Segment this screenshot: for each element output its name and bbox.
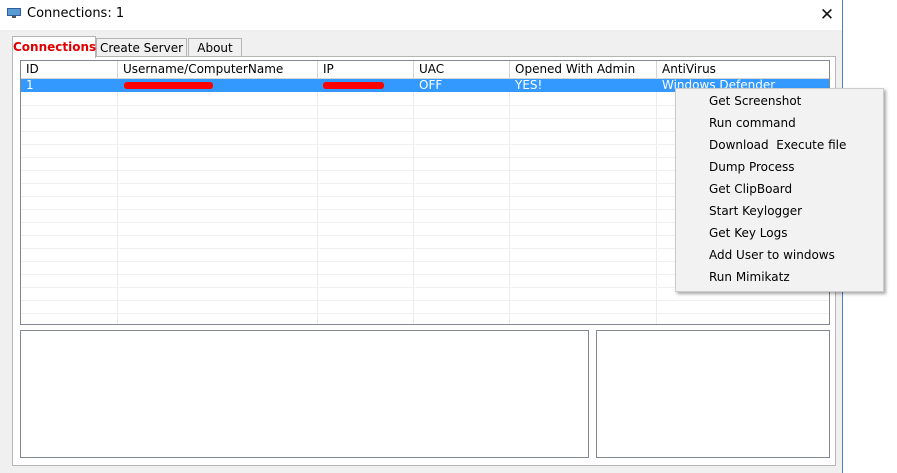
side-panel-box[interactable] xyxy=(596,330,830,458)
cell-id: 1 xyxy=(26,79,34,92)
window-title: Connections: 1 xyxy=(27,6,125,21)
cell-admin: YES! xyxy=(515,79,543,92)
close-icon: ✕ xyxy=(819,5,835,25)
cell-uac: OFF xyxy=(419,79,443,92)
context-menu: Get Screenshot Run command Download Exec… xyxy=(675,88,884,292)
column-header-admin[interactable]: Opened With Admin xyxy=(510,61,657,78)
grid-line xyxy=(117,92,118,324)
grid-line xyxy=(509,92,510,324)
menu-item-get-key-logs[interactable]: Get Key Logs xyxy=(676,222,883,244)
menu-item-run-mimikatz[interactable]: Run Mimikatz xyxy=(676,266,883,288)
menu-item-start-keylogger[interactable]: Start Keylogger xyxy=(676,200,883,222)
grid-line xyxy=(413,92,414,324)
column-header-username[interactable]: Username/ComputerName xyxy=(118,61,318,78)
column-header-id[interactable]: ID xyxy=(21,61,118,78)
menu-item-add-user[interactable]: Add User to windows xyxy=(676,244,883,266)
redaction-mark-ip xyxy=(323,82,384,89)
menu-item-get-clipboard[interactable]: Get ClipBoard xyxy=(676,178,883,200)
grid-line xyxy=(656,92,657,324)
grid-line xyxy=(317,92,318,324)
row-grid-line xyxy=(21,313,829,314)
monitor-icon xyxy=(7,8,21,18)
redaction-mark-username xyxy=(124,82,213,89)
menu-item-run-command[interactable]: Run command xyxy=(676,112,883,134)
tab-connections[interactable]: Connections xyxy=(12,36,96,58)
title-bar[interactable]: Connections: 1 ✕ xyxy=(0,0,843,30)
close-button[interactable]: ✕ xyxy=(812,3,842,27)
column-header-ip[interactable]: IP xyxy=(318,61,414,78)
column-header-antivirus[interactable]: AntiVirus xyxy=(657,61,829,78)
menu-item-get-screenshot[interactable]: Get Screenshot xyxy=(676,90,883,112)
tab-create-server[interactable]: Create Server xyxy=(96,38,187,56)
output-textbox[interactable] xyxy=(20,330,589,458)
row-grid-line xyxy=(21,300,829,301)
tab-about[interactable]: About xyxy=(188,38,242,56)
column-header-uac[interactable]: UAC xyxy=(414,61,510,78)
menu-item-download-execute[interactable]: Download Execute file xyxy=(676,134,883,156)
list-header: ID Username/ComputerName IP UAC Opened W… xyxy=(21,61,829,79)
menu-item-dump-process[interactable]: Dump Process xyxy=(676,156,883,178)
